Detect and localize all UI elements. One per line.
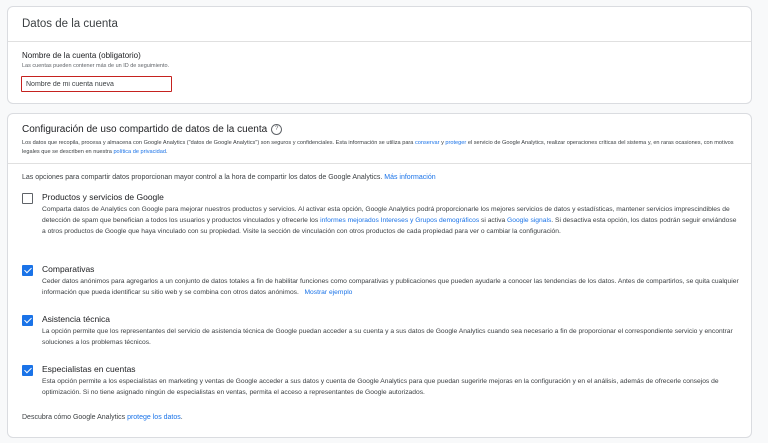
footer-text: . [180,414,183,421]
sharing-desc-text: Los datos que recopila, procesa y almace… [22,140,415,146]
account-name-label: Nombre de la cuenta (obligatorio) [22,51,141,60]
data-protection-footer: Descubra cómo Google Analytics protege l… [22,414,183,421]
sharing-title-row: Configuración de uso compartido de datos… [22,124,283,135]
account-data-card: Datos de la cuenta Nombre de la cuenta (… [7,6,752,104]
account-section-title: Datos de la cuenta [8,7,751,42]
sharing-desc-text: . [166,148,168,155]
option-desc-text: Ceder datos anónimos para agregarlos a u… [42,278,739,296]
more-info-link[interactable]: Más información [384,174,435,181]
divider [8,163,751,164]
sharing-title: Configuración de uso compartido de datos… [22,124,268,135]
option-desc-text: si activa [479,217,508,224]
benchmarking-checkbox[interactable] [22,265,33,276]
show-example-link[interactable]: Mostrar ejemplo [304,289,352,296]
account-specialists-checkbox[interactable] [22,365,33,376]
proteger-link[interactable]: proteger [445,140,466,146]
option-title: Asistencia técnica [42,314,111,324]
option-description: Comparta datos de Analytics con Google p… [42,204,740,237]
help-circle-icon[interactable]: ? [271,124,283,135]
option-title: Especialistas en cuentas [42,364,136,374]
google-products-checkbox[interactable] [22,193,33,204]
conservar-link[interactable]: conservar [415,140,440,146]
privacy-policy-link[interactable]: política de privacidad [113,149,166,155]
technical-support-checkbox[interactable] [22,315,33,326]
google-signals-link[interactable]: Google signals [507,217,551,224]
enhanced-reports-link[interactable]: informes mejorados Intereses y Grupos de… [320,217,479,224]
option-description: Ceder datos anónimos para agregarlos a u… [42,276,740,298]
footer-text: Descubra cómo Google Analytics [22,414,128,421]
protect-data-link[interactable]: protege los datos [127,414,181,421]
account-name-help: Las cuentas pueden contener más de un ID… [22,63,170,69]
sharing-intro: Las opciones para compartir datos propor… [22,174,436,181]
option-title: Comparativas [42,264,95,274]
option-description: La opción permite que los representantes… [42,326,740,348]
option-desc-text: Esta opción permite a los especialistas … [42,378,719,396]
account-name-input[interactable] [21,76,172,92]
data-sharing-card: Configuración de uso compartido de datos… [7,113,752,438]
intro-text: Las opciones para compartir datos propor… [22,174,385,181]
option-title: Productos y servicios de Google [42,192,164,202]
option-desc-text: La opción permite que los representantes… [42,328,733,346]
option-description: Esta opción permite a los especialistas … [42,376,740,398]
sharing-description: Los datos que recopila, procesa y almace… [22,139,738,156]
